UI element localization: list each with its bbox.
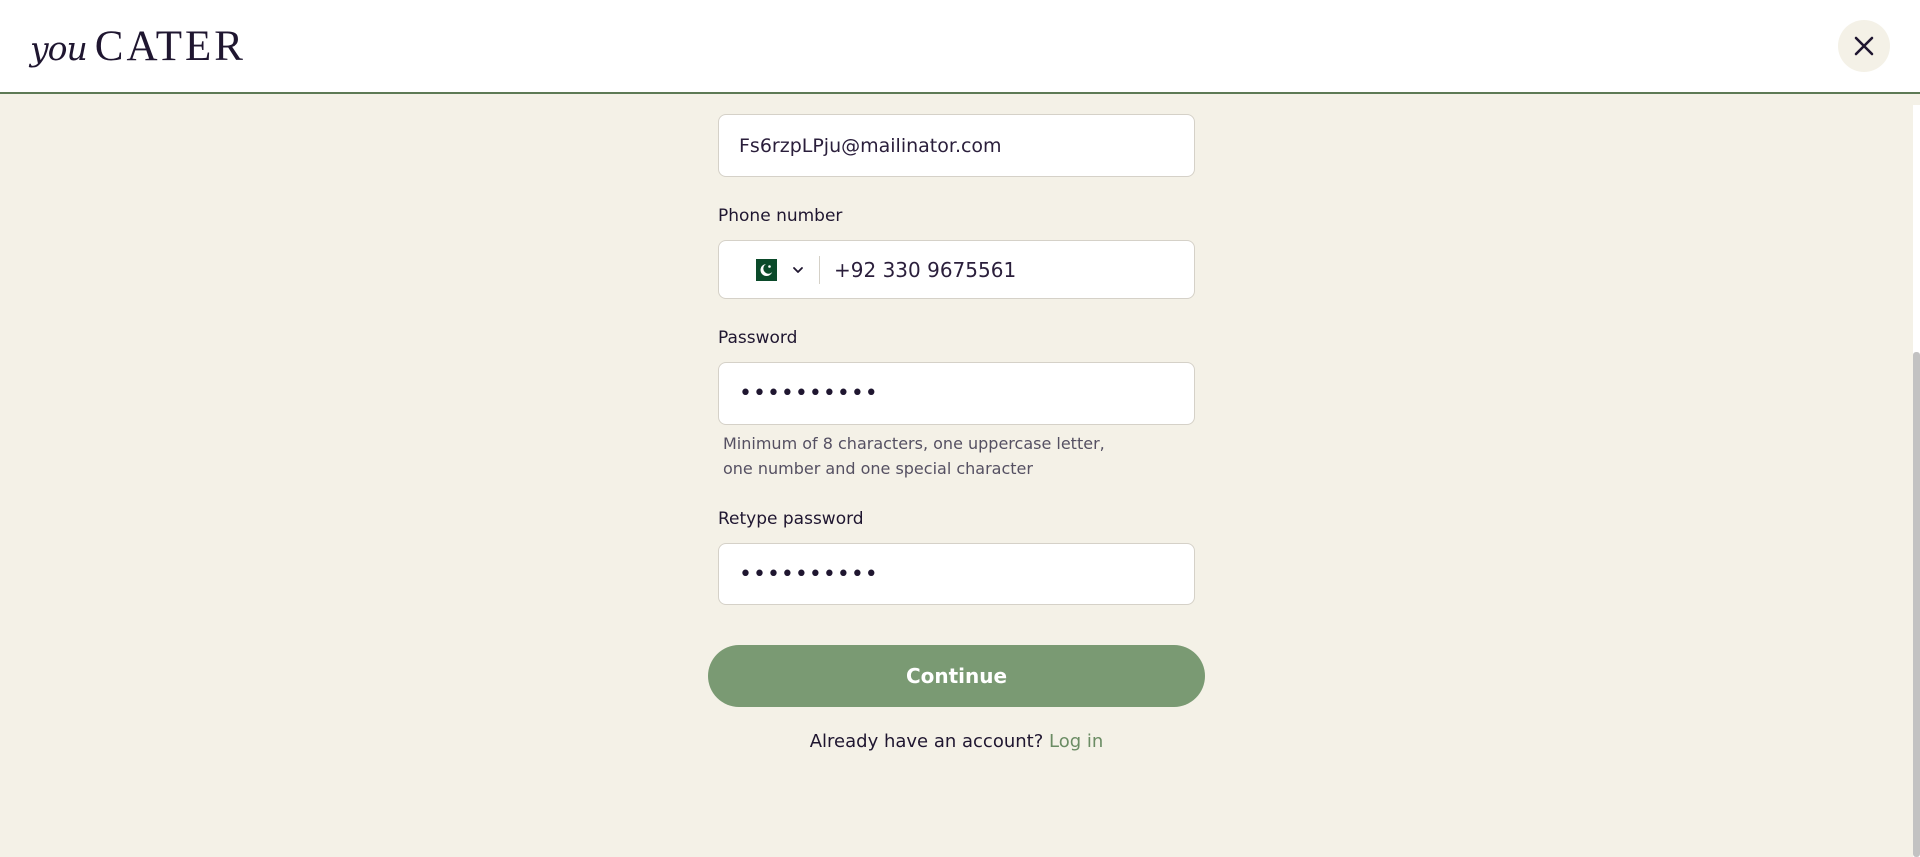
login-prompt-text: Already have an account?	[809, 731, 1044, 752]
login-link[interactable]: Log in	[1049, 731, 1103, 752]
pakistan-flag-icon	[749, 258, 777, 281]
retype-password-label: Retype password	[718, 509, 864, 529]
phone-field[interactable]: +92 330 9675561	[718, 240, 1195, 299]
email-value: Fs6rzpLPju@mailinator.com	[739, 134, 1002, 157]
password-label: Password	[718, 328, 798, 348]
retype-password-field[interactable]: ••••••••••	[718, 543, 1195, 605]
youcater-logo[interactable]: you CATER	[30, 22, 246, 71]
top-header: you CATER	[0, 0, 1920, 94]
country-code-select[interactable]	[719, 255, 820, 284]
phone-label: Phone number	[718, 206, 843, 226]
password-field[interactable]: ••••••••••	[718, 362, 1195, 425]
continue-button[interactable]: Continue	[708, 645, 1205, 707]
scrollbar-thumb[interactable]	[1913, 352, 1920, 857]
phone-input[interactable]: +92 330 9675561	[834, 258, 1016, 282]
close-icon	[1854, 36, 1874, 56]
login-prompt-row: Already have an account? Log in	[0, 731, 1913, 752]
logo-you-text: you	[30, 29, 88, 68]
password-hint-line1: Minimum of 8 characters, one uppercase l…	[723, 434, 1105, 453]
close-button[interactable]	[1838, 20, 1890, 72]
retype-password-value: ••••••••••	[739, 561, 879, 587]
password-hint: Minimum of 8 characters, one uppercase l…	[723, 431, 1143, 481]
logo-cater-text: CATER	[94, 23, 246, 70]
email-field[interactable]: Fs6rzpLPju@mailinator.com	[718, 114, 1195, 177]
chevron-down-icon	[793, 266, 803, 273]
password-value: ••••••••••	[739, 381, 879, 406]
password-hint-line2: one number and one special character	[723, 459, 1033, 478]
